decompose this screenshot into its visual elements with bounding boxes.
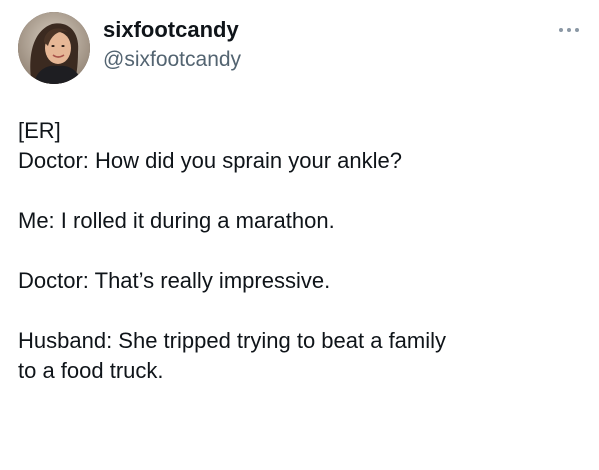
tweet-line: Doctor: That’s really impressive. bbox=[18, 268, 331, 293]
profile-photo-icon bbox=[18, 12, 90, 84]
tweet-line: Me: I rolled it during a marathon. bbox=[18, 208, 335, 233]
display-name[interactable]: sixfootcandy bbox=[103, 16, 241, 44]
tweet-line: to a food truck. bbox=[18, 358, 164, 383]
tweet-line: Doctor: How did you sprain your ankle? bbox=[18, 148, 402, 173]
tweet-line: Husband: She tripped trying to beat a fa… bbox=[18, 328, 447, 353]
more-options-button[interactable] bbox=[552, 20, 586, 40]
line-break bbox=[18, 296, 588, 326]
more-options-icon bbox=[559, 28, 579, 32]
tweet-line: [ER] bbox=[18, 118, 61, 143]
user-info: sixfootcandy @sixfootcandy bbox=[103, 16, 241, 74]
line-break bbox=[18, 176, 588, 206]
avatar[interactable] bbox=[18, 12, 90, 84]
tweet-text: [ER] Doctor: How did you sprain your ank… bbox=[18, 116, 588, 386]
user-handle[interactable]: @sixfootcandy bbox=[103, 46, 241, 74]
tweet-card: sixfootcandy @sixfootcandy [ER] Doctor: … bbox=[0, 0, 599, 470]
line-break bbox=[18, 236, 588, 266]
